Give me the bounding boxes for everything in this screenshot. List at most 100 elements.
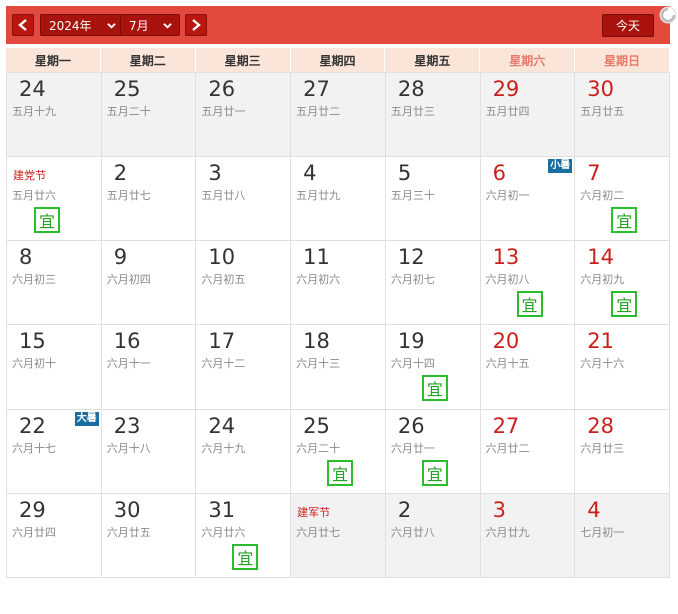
day-cell[interactable]: 30 六月廿五	[101, 493, 197, 578]
day-cell[interactable]: 建党节 五月廿六宜	[7, 157, 102, 242]
lunar-date: 六月廿六	[201, 525, 246, 539]
day-cell[interactable]: 3 五月廿八	[196, 157, 292, 242]
day-cell[interactable]: 5 五月三十	[385, 157, 481, 242]
day-number: 16	[113, 329, 141, 354]
auspicious-badge: 宜	[516, 291, 543, 318]
chevron-left-icon	[18, 19, 27, 31]
day-cell[interactable]: 20 六月十五	[480, 325, 576, 410]
day-cell[interactable]: 25 五月二十	[101, 73, 197, 158]
day-number: 28	[587, 413, 615, 438]
day-number: 19	[397, 329, 425, 354]
day-cell[interactable]: 28 六月廿三	[575, 409, 670, 494]
day-cell[interactable]: 18 六月十三	[291, 325, 386, 410]
day-cell[interactable]: 31 六月廿六宜	[196, 493, 292, 578]
day-number: 2	[113, 161, 128, 186]
next-month-button[interactable]	[185, 14, 207, 36]
day-cell[interactable]: 16 六月十一	[101, 325, 197, 410]
today-button[interactable]: 今天	[602, 14, 654, 37]
day-cell[interactable]: 22 六月十七 大暑	[7, 409, 102, 494]
lunar-date: 六月廿二	[485, 441, 530, 455]
day-cell[interactable]: 27 五月廿二	[291, 73, 386, 158]
day-cell[interactable]: 29 六月廿四	[7, 493, 102, 578]
lunar-date: 六月十七	[12, 441, 56, 455]
lunar-date: 五月廿八	[201, 189, 246, 203]
day-cell[interactable]: 28 五月廿三	[385, 73, 481, 158]
lunar-date: 六月廿九	[485, 525, 530, 539]
lunar-date: 五月廿一	[201, 105, 246, 118]
lunar-date: 六月初八	[485, 273, 530, 287]
festival-label: 建党节	[13, 169, 46, 183]
day-cell[interactable]: 26 五月廿一	[196, 73, 292, 158]
day-cell[interactable]: 21 六月十六	[575, 325, 670, 410]
day-number: 10	[208, 245, 236, 270]
day-number: 3	[208, 161, 222, 186]
day-cell[interactable]: 4 五月廿九	[291, 157, 386, 242]
lunar-date: 五月三十	[390, 189, 435, 203]
day-number: 4	[587, 497, 601, 522]
lunar-date: 六月廿一	[390, 441, 435, 455]
day-number: 12	[397, 245, 425, 270]
lunar-date: 六月初一	[485, 189, 530, 203]
day-number: 24	[19, 77, 46, 101]
lunar-date: 六月十八	[106, 441, 151, 455]
lunar-date: 六月二十	[296, 441, 341, 455]
chevron-right-icon	[192, 19, 201, 31]
prev-month-button[interactable]	[12, 14, 34, 36]
day-number: 9	[113, 245, 128, 270]
day-number: 2	[397, 497, 412, 522]
auspicious-badge: 宜	[611, 291, 638, 318]
day-cell[interactable]: 13 六月初八宜	[480, 241, 576, 326]
month-select[interactable]: 7月	[120, 14, 180, 36]
weekday-header: 星期一	[6, 48, 101, 72]
day-cell[interactable]: 30 五月廿五	[575, 73, 670, 158]
lunar-date: 六月初二	[580, 189, 625, 203]
day-cell[interactable]: 4 七月初一	[575, 493, 670, 578]
day-cell[interactable]: 3 六月廿九	[480, 493, 576, 578]
day-number: 7	[587, 161, 601, 186]
day-cell[interactable]: 建军节 六月廿七	[291, 493, 386, 578]
day-cell[interactable]: 9 六月初四	[101, 241, 197, 326]
day-number: 23	[113, 413, 141, 438]
day-cell[interactable]: 27 六月廿二	[480, 409, 576, 494]
lunar-date: 六月十五	[485, 357, 530, 371]
day-cell[interactable]: 24 六月十九	[196, 409, 292, 494]
calendar-grid: 24 五月十九 25 五月二十 26 五月廿一 27 五月廿二 28 五月廿三 29 五月廿四 30 五月…	[6, 72, 670, 578]
lunar-date: 六月廿八	[390, 525, 435, 539]
day-cell[interactable]: 10 六月初五	[196, 241, 292, 326]
weekday-header: 星期三	[196, 48, 291, 72]
lunar-date: 六月十三	[296, 357, 341, 371]
lunar-date: 六月十九	[201, 441, 246, 455]
day-cell[interactable]: 2 六月廿八	[385, 493, 481, 578]
lunar-date: 六月初三	[12, 273, 56, 287]
lunar-date: 五月廿四	[485, 105, 530, 118]
lunar-date: 五月廿三	[390, 105, 435, 118]
day-number: 17	[208, 329, 236, 354]
day-cell[interactable]: 7 六月初二宜	[575, 157, 670, 242]
lunar-date: 五月十九	[12, 105, 56, 118]
day-cell[interactable]: 12 六月初七	[385, 241, 481, 326]
day-cell[interactable]: 23 六月十八	[101, 409, 197, 494]
lunar-date: 六月初十	[12, 357, 56, 371]
day-cell[interactable]: 17 六月十二	[196, 325, 292, 410]
day-number: 30	[113, 497, 141, 522]
lunar-date: 六月初四	[106, 273, 151, 287]
day-cell[interactable]: 8 六月初三	[7, 241, 102, 326]
year-select[interactable]: 2024年	[40, 14, 124, 36]
day-cell[interactable]: 26 六月廿一宜	[385, 409, 481, 494]
weekday-header: 星期二	[101, 48, 196, 72]
day-cell[interactable]: 24 五月十九	[7, 73, 102, 158]
day-cell[interactable]: 25 六月二十宜	[291, 409, 386, 494]
day-cell[interactable]: 29 五月廿四	[480, 73, 576, 158]
day-cell[interactable]: 2 五月廿七	[101, 157, 197, 242]
weekday-header: 星期五	[385, 48, 481, 72]
auspicious-badge: 宜	[421, 375, 448, 402]
day-cell[interactable]: 6 六月初一 小暑	[480, 157, 576, 242]
lunar-date: 六月十一	[106, 357, 151, 371]
weekday-header: 星期六	[480, 48, 576, 72]
day-cell[interactable]: 15 六月初十	[7, 325, 102, 410]
day-cell[interactable]: 11 六月初六	[291, 241, 386, 326]
day-cell[interactable]: 14 六月初九宜	[575, 241, 670, 326]
auspicious-badge: 宜	[232, 543, 259, 570]
day-number: 27	[303, 77, 330, 101]
day-cell[interactable]: 19 六月十四宜	[385, 325, 481, 410]
